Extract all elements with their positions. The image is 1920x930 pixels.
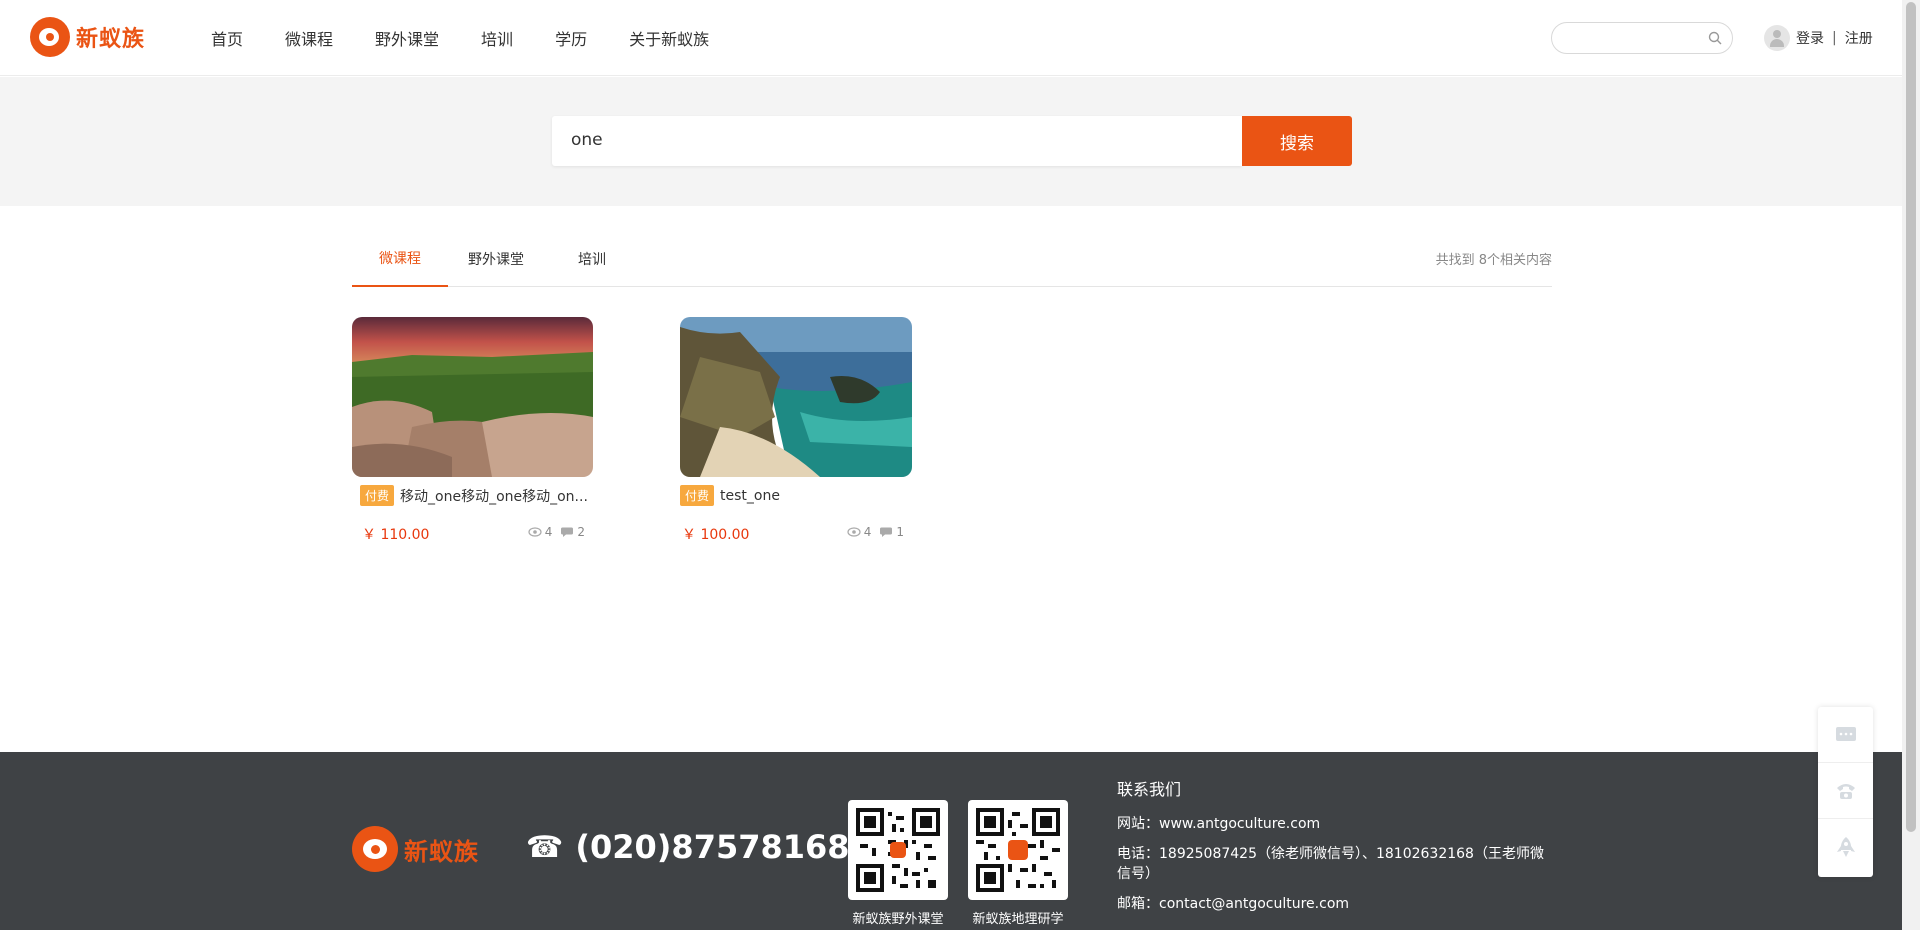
register-link[interactable]: 注册 <box>1845 28 1873 48</box>
site-logo[interactable]: 新蚁族 <box>30 17 145 57</box>
qrcode-image <box>848 800 948 900</box>
course-title[interactable]: 移动_one移动_one移动_on... <box>400 486 588 506</box>
tab-micro-course[interactable]: 微课程 <box>352 231 448 287</box>
main-search-value: one <box>571 130 603 150</box>
nav-item-about[interactable]: 关于新蚁族 <box>629 26 709 50</box>
telephone-icon <box>1836 783 1855 799</box>
logo-icon <box>352 826 398 872</box>
paid-badge: 付费 <box>360 485 395 506</box>
nav-item-micro-course[interactable]: 微课程 <box>285 26 333 50</box>
course-stats: 4 1 <box>839 525 904 539</box>
qrcode-label: 新蚁族野外课堂 <box>852 912 944 927</box>
footer-phone: ☎ (020)87578168 <box>526 828 850 866</box>
eye-icon <box>528 527 542 537</box>
paid-badge: 付费 <box>680 485 715 506</box>
comment-count: 1 <box>896 525 904 539</box>
course-card[interactable]: 付费 移动_one移动_one移动_on... ￥ 110.00 4 2 <box>352 317 593 543</box>
footer-logo-text: 新蚁族 <box>404 837 479 866</box>
avatar-icon <box>1764 25 1790 51</box>
comment-icon <box>561 527 574 537</box>
course-price: ￥ 110.00 <box>362 527 430 543</box>
course-price: ￥ 100.00 <box>682 527 750 543</box>
header-search-box <box>1551 22 1733 54</box>
search-button[interactable]: 搜索 <box>1242 116 1352 166</box>
main-nav: 首页 微课程 野外课堂 培训 学历 关于新蚁族 <box>190 0 730 76</box>
qrcode-label: 新蚁族地理研学 <box>972 912 1064 927</box>
course-title-row: 付费 移动_one移动_one移动_on... <box>360 485 588 506</box>
site-footer: 新蚁族 ☎ (020)87578168 新蚁族野外课堂 新蚁族地理研学 联系我们… <box>0 752 1902 930</box>
header-search-input[interactable] <box>1566 29 1706 49</box>
qrcode-image <box>968 800 1068 900</box>
nav-item-training[interactable]: 培训 <box>481 26 513 50</box>
top-header: 新蚁族 首页 微课程 野外课堂 培训 学历 关于新蚁族 登录 | 注册 <box>0 0 1902 76</box>
qrcode-geo-study: 新蚁族地理研学 <box>968 800 1068 927</box>
nav-item-education[interactable]: 学历 <box>555 26 587 50</box>
rocket-icon <box>1836 837 1855 857</box>
course-stats: 4 2 <box>520 525 585 539</box>
search-icon[interactable] <box>1708 31 1722 45</box>
contact-tel: 电话：18925087425（徐老师微信号）、18102632168（王老师微信… <box>1117 846 1544 882</box>
side-top-button[interactable] <box>1818 819 1873 875</box>
main-search-input[interactable]: one <box>552 116 1242 166</box>
logo-icon <box>30 17 70 57</box>
course-title-row: 付费 test_one <box>680 485 780 506</box>
login-link[interactable]: 登录 <box>1796 28 1824 48</box>
side-message-button[interactable] <box>1818 707 1873 763</box>
contact-title: 联系我们 <box>1117 780 1182 799</box>
user-area: 登录 | 注册 <box>1764 25 1873 51</box>
scrollbar-thumb[interactable] <box>1906 2 1916 832</box>
eye-icon <box>847 527 861 537</box>
phone-icon: ☎ <box>526 829 564 865</box>
logo-text: 新蚁族 <box>76 27 146 52</box>
comment-count: 2 <box>577 525 585 539</box>
side-phone-button[interactable] <box>1818 763 1873 819</box>
message-icon <box>1835 726 1856 741</box>
result-count: 共找到 8个相关内容 <box>1435 253 1552 268</box>
footer-logo: 新蚁族 <box>352 826 479 872</box>
tab-training[interactable]: 培训 <box>544 231 640 287</box>
contact-website[interactable]: 网站：www.antgoculture.com <box>1117 814 1547 834</box>
course-thumbnail[interactable] <box>680 317 912 477</box>
result-tabs: 微课程 野外课堂 培训 共找到 8个相关内容 <box>352 231 1552 287</box>
nav-item-field-class[interactable]: 野外课堂 <box>375 26 439 50</box>
course-title[interactable]: test_one <box>720 488 780 504</box>
qrcode-field-class: 新蚁族野外课堂 <box>848 800 948 927</box>
page-scrollbar[interactable] <box>1902 0 1920 930</box>
view-count: 4 <box>544 525 553 539</box>
comment-icon <box>880 527 893 537</box>
phone-number: (020)87578168 <box>575 828 850 866</box>
view-count: 4 <box>863 525 872 539</box>
tab-field-class[interactable]: 野外课堂 <box>448 231 544 287</box>
contact-email[interactable]: 邮箱：contact@antgoculture.com <box>1117 894 1547 914</box>
course-card[interactable]: 付费 test_one ￥ 100.00 4 1 <box>680 317 912 543</box>
course-thumbnail[interactable] <box>352 317 593 477</box>
floating-sidebar <box>1818 707 1873 877</box>
login-separator: | <box>1832 30 1837 46</box>
contact-info: 联系我们 网站：www.antgoculture.com 电话：18925087… <box>1117 780 1547 924</box>
nav-item-home[interactable]: 首页 <box>211 26 243 50</box>
